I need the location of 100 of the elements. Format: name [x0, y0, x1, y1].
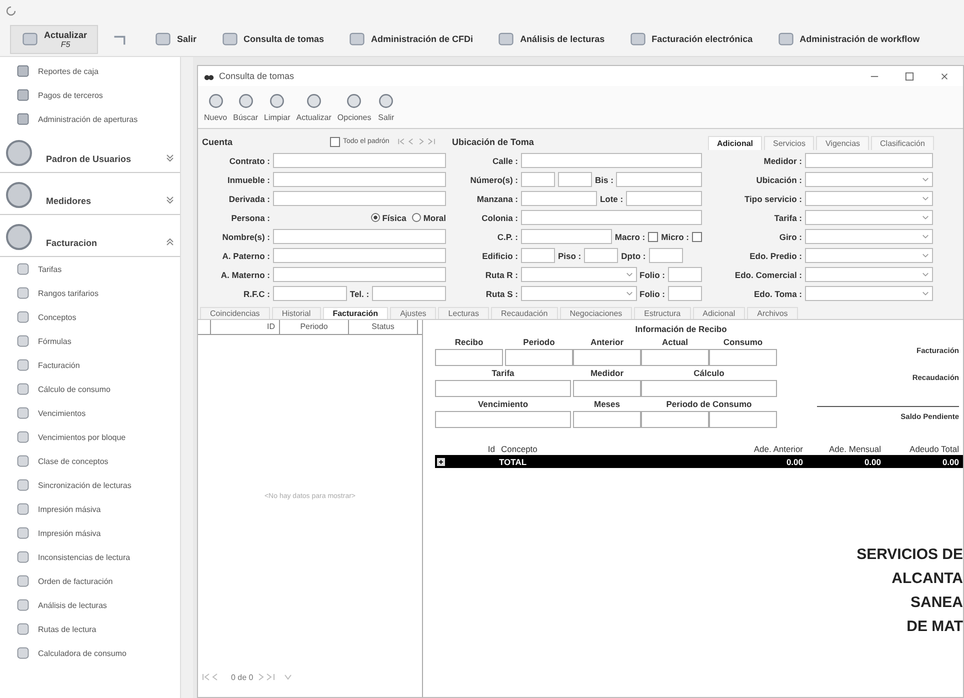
tab[interactable]: Ajustes: [390, 307, 436, 319]
toolbar-button[interactable]: Administración de workflow: [766, 26, 930, 52]
maximize-icon[interactable]: [905, 72, 914, 80]
column-header[interactable]: Periodo: [280, 320, 349, 334]
input-field[interactable]: [521, 210, 702, 225]
dropdown-field[interactable]: [805, 210, 933, 225]
sidebar-item[interactable]: Pagos de terceros: [0, 83, 180, 107]
sidebar-item[interactable]: Impresión másiva: [0, 497, 180, 521]
tab[interactable]: Estructura: [634, 307, 691, 319]
checkbox[interactable]: [648, 232, 658, 242]
toolbar-button[interactable]: Actualizar: [296, 92, 332, 122]
input-field[interactable]: [273, 267, 446, 282]
toolbar-button[interactable]: Limpiar: [264, 92, 290, 122]
toolbar-button[interactable]: Salir: [377, 92, 396, 122]
sidebar-item[interactable]: Orden de facturación: [0, 569, 180, 593]
input-field[interactable]: [641, 411, 709, 428]
dropdown-field[interactable]: [805, 191, 933, 206]
input-field[interactable]: [573, 380, 641, 397]
input-field[interactable]: [709, 411, 777, 428]
toolbar-button[interactable]: Administración de CFDi: [338, 26, 484, 52]
input-field[interactable]: [668, 286, 702, 301]
input-field[interactable]: [626, 191, 702, 206]
sidebar-item[interactable]: Tarifas: [0, 257, 180, 281]
sidebar-item[interactable]: Rangos tarifarios: [0, 281, 180, 305]
sidebar-group[interactable]: Facturacion: [0, 215, 180, 257]
toolbar-button[interactable]: Nuevo: [204, 92, 228, 122]
sidebar-item[interactable]: Clase de conceptos: [0, 449, 180, 473]
radio-option[interactable]: Moral: [412, 212, 446, 222]
toolbar-button[interactable]: Consulta de tomas: [210, 26, 334, 52]
dropdown-field[interactable]: [805, 267, 933, 282]
input-field[interactable]: [273, 286, 347, 301]
input-field[interactable]: [273, 191, 446, 206]
close-icon[interactable]: [940, 72, 949, 80]
sidebar-item[interactable]: Fórmulas: [0, 329, 180, 353]
input-field[interactable]: [273, 153, 446, 168]
input-field[interactable]: [521, 248, 555, 263]
sidebar-item[interactable]: Calculadora de consumo: [0, 641, 180, 665]
tab[interactable]: Archivos: [747, 307, 798, 319]
sidebar-item[interactable]: Administración de aperturas: [0, 107, 180, 131]
toolbar-button[interactable]: Análisis de lecturas: [487, 26, 615, 52]
input-field[interactable]: [573, 349, 641, 366]
tab[interactable]: Lecturas: [438, 307, 489, 319]
sidebar-item[interactable]: Rutas de lectura: [0, 617, 180, 641]
checkbox[interactable]: [692, 232, 702, 242]
input-field[interactable]: [273, 172, 446, 187]
tab[interactable]: Vigencias: [816, 136, 870, 150]
dropdown-field[interactable]: [805, 229, 933, 244]
tab[interactable]: Facturación: [322, 307, 388, 319]
input-field[interactable]: [521, 191, 597, 206]
input-field[interactable]: [372, 286, 446, 301]
sidebar-item[interactable]: Análisis de lecturas: [0, 593, 180, 617]
dropdown-field[interactable]: [521, 286, 636, 301]
input-field[interactable]: [505, 349, 573, 366]
sidebar-item[interactable]: Conceptos: [0, 305, 180, 329]
expand-icon[interactable]: [437, 458, 445, 466]
tab[interactable]: Historial: [272, 307, 321, 319]
column-header[interactable]: Status: [349, 320, 418, 334]
sidebar-group[interactable]: Medidores: [0, 173, 180, 215]
sidebar-item[interactable]: Reportes de caja: [0, 59, 180, 83]
dropdown-field[interactable]: [805, 172, 933, 187]
tab[interactable]: Servicios: [764, 136, 814, 150]
sidebar-item[interactable]: Facturación: [0, 353, 180, 377]
input-field[interactable]: [573, 411, 641, 428]
input-field[interactable]: [668, 267, 702, 282]
input-field[interactable]: [435, 380, 571, 397]
input-field[interactable]: [273, 229, 446, 244]
sidebar-item[interactable]: Sincronización de lecturas: [0, 473, 180, 497]
sidebar-group[interactable]: Padron de Usuarios: [0, 131, 180, 173]
tab[interactable]: Adicional: [708, 136, 762, 150]
column-header[interactable]: ID: [211, 320, 280, 334]
toolbar-button[interactable]: Búscar: [233, 92, 258, 122]
dropdown-field[interactable]: [805, 286, 933, 301]
radio-option[interactable]: Física: [371, 212, 406, 222]
tab[interactable]: Adicional: [692, 307, 746, 319]
input-field[interactable]: [521, 229, 612, 244]
input-field[interactable]: [805, 153, 933, 168]
input-field[interactable]: [709, 349, 777, 366]
input-field[interactable]: [273, 248, 446, 263]
toolbar-button[interactable]: Facturación electrónica: [618, 26, 763, 52]
input-field[interactable]: [521, 153, 702, 168]
input-field[interactable]: [435, 349, 503, 366]
toolbar-button[interactable]: Actualizar F5: [10, 24, 98, 54]
input-field[interactable]: [558, 172, 592, 187]
tab[interactable]: Clasificación: [871, 136, 934, 150]
navigation-arrows-icon[interactable]: [258, 673, 294, 681]
tab[interactable]: Negociaciones: [560, 307, 632, 319]
tab[interactable]: Recaudación: [490, 307, 558, 319]
sidebar-item[interactable]: Vencimientos por bloque: [0, 425, 180, 449]
toolbar-button[interactable]: Salir: [144, 26, 207, 52]
input-field[interactable]: [641, 349, 709, 366]
input-field[interactable]: [521, 172, 555, 187]
tab[interactable]: Coincidencias: [200, 307, 270, 319]
input-field[interactable]: [435, 411, 571, 428]
navigation-arrows-icon[interactable]: [397, 138, 438, 145]
input-field[interactable]: [584, 248, 618, 263]
input-field[interactable]: [616, 172, 702, 187]
sidebar-item[interactable]: Impresión másiva: [0, 521, 180, 545]
sidebar-item[interactable]: Inconsistencias de lectura: [0, 545, 180, 569]
dropdown-field[interactable]: [805, 248, 933, 263]
input-field[interactable]: [648, 248, 683, 263]
